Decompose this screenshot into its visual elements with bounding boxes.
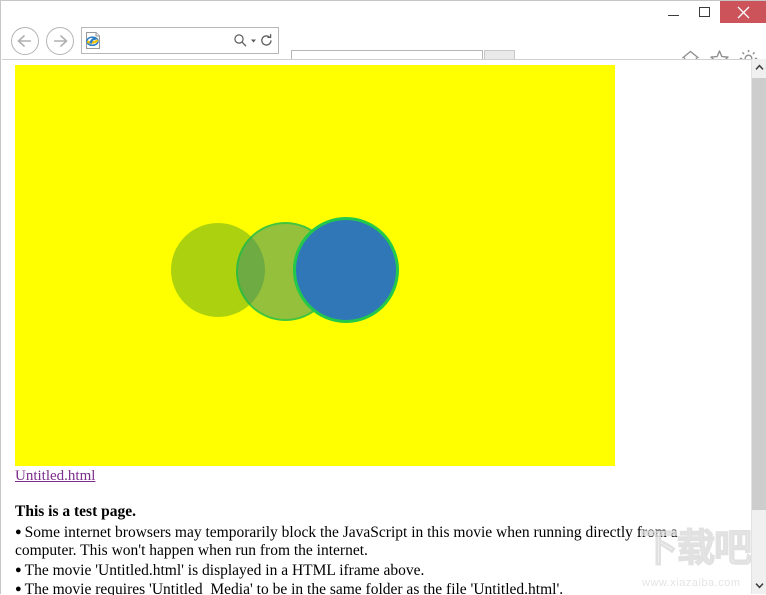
bullet-marker-icon: ●: [15, 525, 22, 538]
bullet-item-2: ● The movie 'Untitled.html' is displayed …: [15, 561, 715, 581]
bullet-marker-icon: ●: [15, 563, 22, 576]
search-icon: [234, 34, 247, 47]
browser-window: Untitled ×: [0, 0, 766, 595]
refresh-button[interactable]: [259, 33, 274, 48]
scrollbar-thumb[interactable]: [752, 78, 766, 510]
page-viewport: Untitled.html This is a test page. ● Some…: [2, 59, 752, 595]
page-body-text: This is a test page. ● Some internet brow…: [15, 503, 715, 595]
bullet-text-1: Some internet browsers may temporarily b…: [15, 523, 678, 560]
circle-right: [293, 217, 399, 323]
search-dropdown-button[interactable]: [249, 33, 258, 48]
refresh-icon: [261, 34, 272, 46]
page-heading: This is a test page.: [15, 503, 136, 520]
minimize-button[interactable]: [658, 1, 689, 23]
navigation-bar: Untitled ×: [1, 23, 766, 81]
address-bar[interactable]: [81, 27, 279, 54]
minimize-icon: [668, 15, 679, 16]
page-favicon-icon: [86, 32, 100, 49]
movie-iframe[interactable]: [15, 65, 615, 466]
untitled-html-link[interactable]: Untitled.html: [15, 468, 95, 485]
bullet-marker-icon: ●: [15, 583, 22, 595]
chevron-down-icon: [251, 39, 256, 43]
maximize-icon: [699, 7, 710, 17]
back-button[interactable]: [11, 27, 39, 55]
search-button[interactable]: [233, 33, 248, 48]
back-arrow-icon: [17, 34, 31, 48]
close-icon: [737, 6, 749, 18]
scroll-down-button[interactable]: [752, 577, 766, 594]
page-content: Untitled.html This is a test page. ● Some…: [2, 60, 737, 595]
forward-button[interactable]: [46, 27, 74, 55]
bullet-text-3: The movie requires 'Untitled_Media' to b…: [24, 581, 564, 595]
window-controls: [658, 1, 766, 23]
vertical-scrollbar[interactable]: [751, 59, 766, 594]
bullet-item-1: ● Some internet browsers may temporarily …: [15, 523, 715, 561]
chevron-up-icon: [754, 64, 764, 70]
forward-arrow-icon: [54, 34, 68, 48]
scroll-up-button[interactable]: [752, 59, 766, 76]
title-bar: [1, 1, 766, 23]
close-window-button[interactable]: [720, 1, 766, 23]
maximize-button[interactable]: [689, 1, 720, 23]
address-bar-tools: [233, 33, 278, 48]
address-input[interactable]: [101, 33, 233, 48]
bullet-text-2: The movie 'Untitled.html' is displayed i…: [24, 561, 425, 579]
chevron-down-icon: [754, 583, 764, 589]
bullet-item-3: ● The movie requires 'Untitled_Media' to …: [15, 580, 715, 595]
